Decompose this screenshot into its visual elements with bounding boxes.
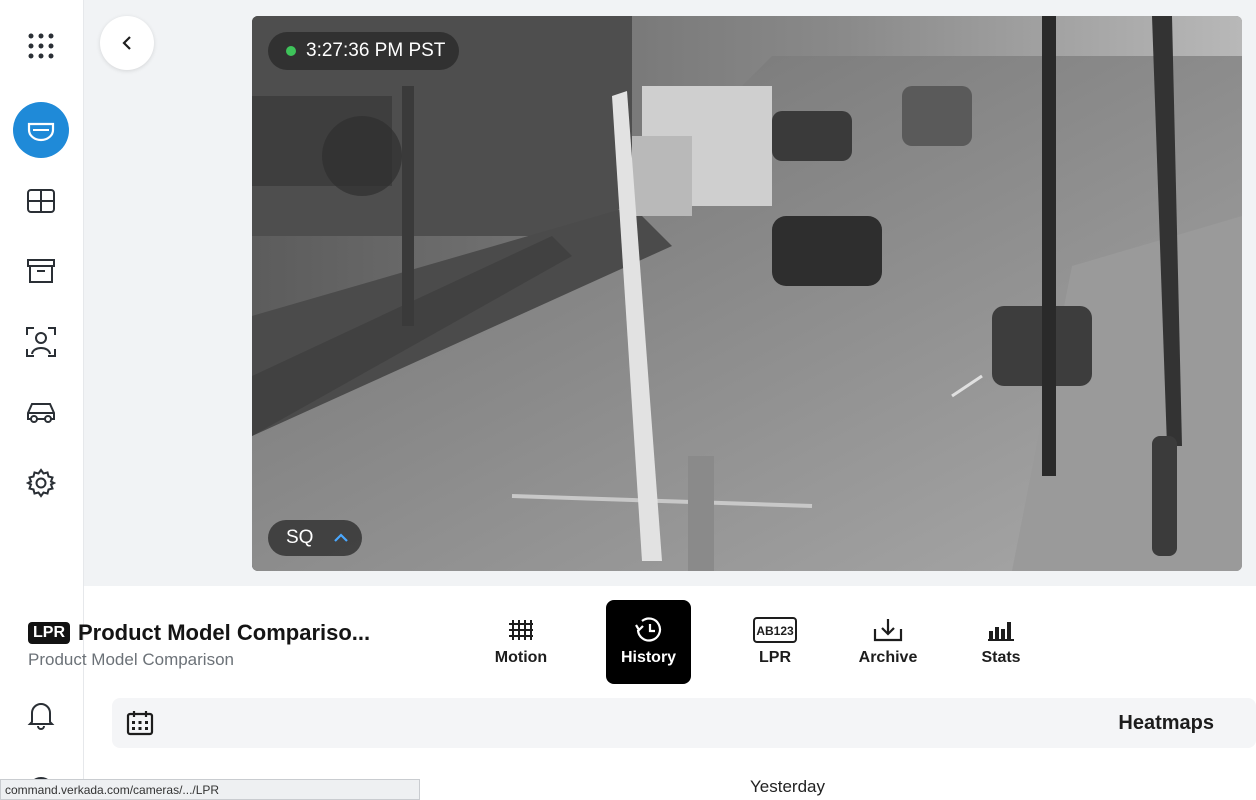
vehicle-icon[interactable] (13, 384, 69, 440)
camera-name: Product Model Compariso... (78, 620, 371, 645)
apps-grid-icon[interactable] (13, 18, 69, 74)
bar-chart-icon (987, 617, 1015, 643)
archive-download-icon (873, 617, 903, 643)
grid-view-icon[interactable] (13, 173, 69, 229)
tab-motion[interactable]: Motion (465, 600, 577, 684)
tab-lpr-label: LPR (759, 649, 791, 666)
chevron-up-icon (334, 533, 349, 542)
tab-archive-label: Archive (858, 649, 918, 666)
timestamp-text: 3:27:36 PM PST (306, 40, 446, 61)
lpr-badge: LPR (28, 622, 70, 644)
heatmaps-bar[interactable]: Heatmaps (112, 698, 1256, 748)
calendar-icon[interactable] (126, 710, 154, 736)
live-status-dot (286, 46, 296, 56)
live-timestamp-pill: 3:27:36 PM PST (268, 32, 460, 70)
status-bar-url: command.verkada.com/cameras/.../LPR (0, 779, 420, 800)
camera-tabs: Motion History AB123 LPR Archive Stats (465, 600, 1058, 684)
history-clock-icon (633, 617, 665, 643)
tab-archive[interactable]: Archive (832, 600, 944, 684)
tab-stats[interactable]: Stats (945, 600, 1057, 684)
archive-box-icon[interactable] (13, 243, 69, 299)
tab-stats-label: Stats (981, 649, 1021, 666)
motion-grid-icon (507, 617, 535, 643)
tab-motion-label: Motion (494, 649, 548, 666)
back-button[interactable] (100, 16, 154, 70)
camera-title: LPR Product Model Compariso... (28, 620, 370, 646)
quality-selector[interactable]: SQ (268, 520, 362, 556)
sidebar (0, 0, 84, 800)
person-frame-icon[interactable] (13, 314, 69, 370)
plate-text: AB123 (756, 624, 794, 638)
camera-video-feed[interactable]: 3:27:36 PM PST SQ (252, 16, 1242, 571)
date-label: Yesterday (750, 777, 825, 796)
tab-lpr[interactable]: AB123 LPR (719, 600, 831, 684)
heatmaps-label: Heatmaps (1118, 712, 1214, 734)
settings-gear-icon[interactable] (13, 455, 69, 511)
chevron-left-icon (122, 36, 131, 50)
license-plate-icon: AB123 (753, 617, 797, 643)
street-scene-image (252, 16, 1242, 571)
tab-history-label: History (620, 649, 677, 666)
camera-dome-icon[interactable] (13, 102, 69, 158)
tab-history[interactable]: History (606, 600, 691, 684)
camera-site-name: Product Model Comparison (28, 650, 234, 669)
quality-label: SQ (286, 527, 314, 548)
bell-icon[interactable] (13, 687, 69, 743)
